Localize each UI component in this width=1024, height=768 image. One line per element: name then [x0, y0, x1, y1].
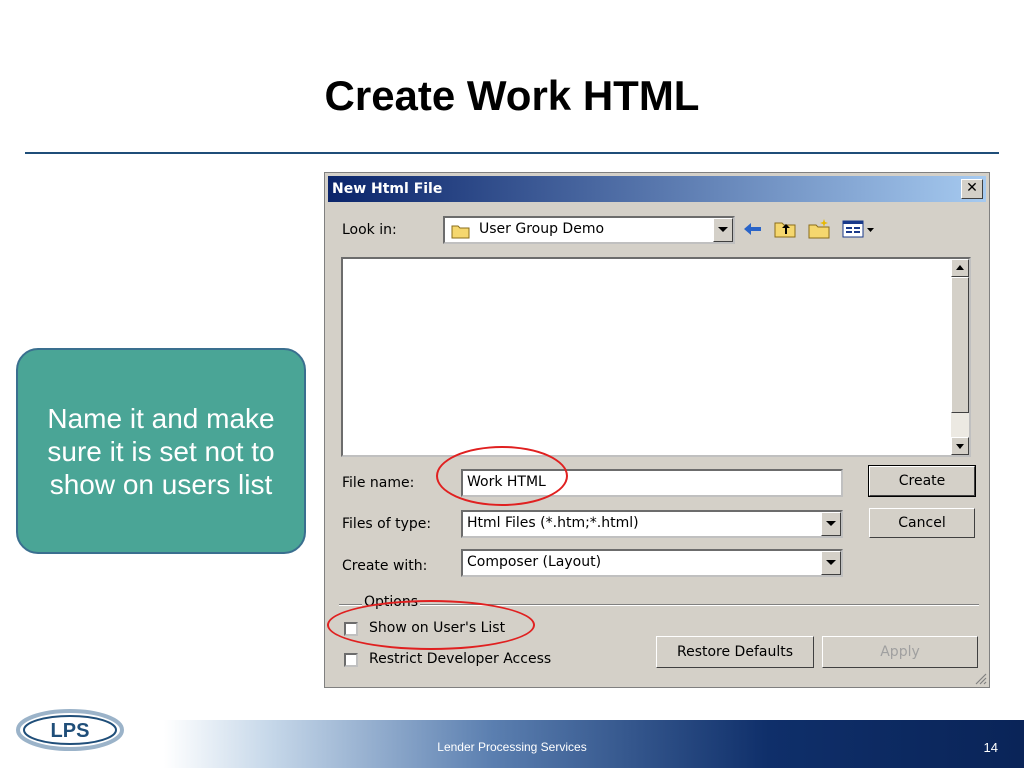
chevron-down-icon[interactable] [821, 551, 841, 575]
scroll-down-button[interactable] [951, 437, 969, 455]
chevron-down-icon[interactable] [713, 218, 733, 242]
options-label: Options [362, 594, 421, 610]
show-on-users-list-label[interactable]: Show on User's List [369, 620, 505, 636]
files-of-type-label: Files of type: [342, 516, 432, 532]
create-with-label: Create with: [342, 558, 428, 574]
look-in-dropdown[interactable]: User Group Demo [443, 216, 735, 244]
create-with-value: Composer (Layout) [467, 554, 602, 570]
show-on-users-list-checkbox[interactable] [344, 622, 358, 636]
callout-box: Name it and make sure it is set not to s… [16, 348, 306, 554]
files-of-type-dropdown[interactable]: Html Files (*.htm;*.html) [461, 510, 843, 538]
title-divider [25, 152, 999, 154]
scroll-thumb[interactable] [951, 277, 969, 413]
new-folder-icon[interactable] [807, 218, 831, 240]
look-in-label: Look in: [342, 222, 397, 238]
up-folder-icon[interactable] [773, 218, 797, 240]
chevron-down-icon[interactable] [821, 512, 841, 536]
file-list[interactable] [341, 257, 971, 457]
close-button[interactable]: ✕ [961, 179, 983, 199]
resize-grip-icon[interactable] [973, 671, 987, 685]
file-list-scrollbar[interactable] [951, 259, 969, 455]
dialog-title: New Html File [332, 181, 443, 197]
lps-logo-text: LPS [51, 720, 90, 742]
files-of-type-value: Html Files (*.htm;*.html) [467, 515, 639, 531]
file-name-input[interactable]: Work HTML [461, 469, 843, 497]
restore-defaults-button[interactable]: Restore Defaults [656, 636, 814, 668]
create-with-dropdown[interactable]: Composer (Layout) [461, 549, 843, 577]
page-number: 14 [983, 740, 998, 755]
folder-icon [451, 225, 470, 239]
dialog-titlebar[interactable]: New Html File ✕ [328, 176, 986, 202]
file-name-value: Work HTML [467, 474, 546, 490]
apply-button[interactable]: Apply [822, 636, 978, 668]
scroll-up-button[interactable] [951, 259, 969, 277]
options-group-line [339, 604, 979, 606]
create-button[interactable]: Create [868, 465, 976, 497]
restrict-dev-access-checkbox[interactable] [344, 653, 358, 667]
view-menu-icon[interactable] [841, 218, 877, 240]
new-html-file-dialog: New Html File ✕ Look in: User Group Demo [324, 172, 990, 688]
back-arrow-icon[interactable] [741, 218, 765, 240]
footer-text: Lender Processing Services [437, 740, 587, 754]
slide-title: Create Work HTML [324, 72, 700, 119]
look-in-value: User Group Demo [479, 221, 605, 237]
cancel-button[interactable]: Cancel [869, 508, 975, 538]
file-name-label: File name: [342, 475, 415, 491]
restrict-dev-access-label[interactable]: Restrict Developer Access [369, 651, 551, 667]
